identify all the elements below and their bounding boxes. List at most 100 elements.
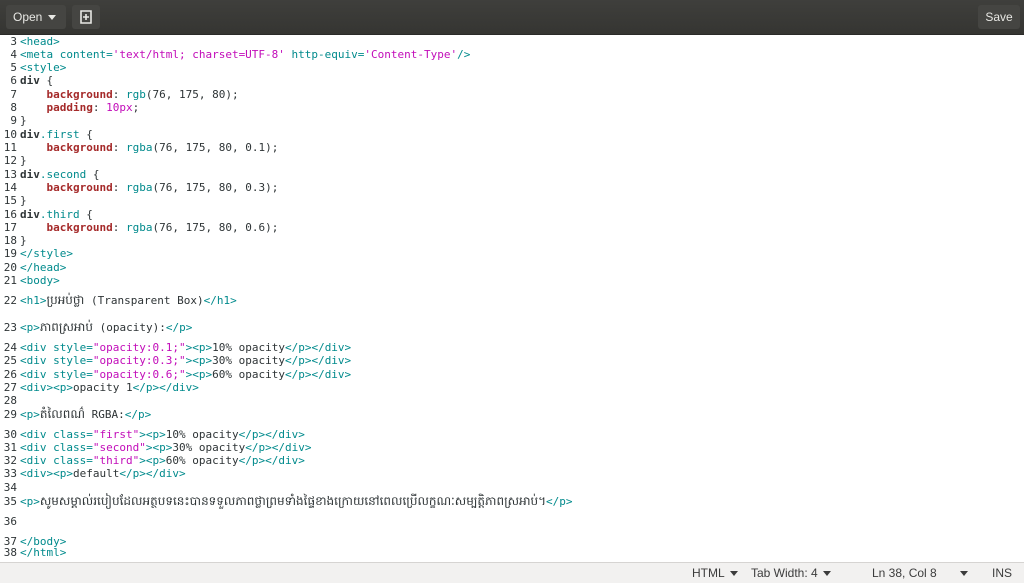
code-line[interactable]: 34	[0, 481, 20, 495]
line-number: 19	[3, 247, 17, 260]
code-token: </p>	[124, 408, 152, 421]
code-token: default	[72, 467, 120, 480]
code-line[interactable]: 3 <head>	[0, 35, 60, 49]
code-token: 10% opacity	[165, 428, 239, 441]
code-line[interactable]: 32 <div class="third"><p>60% opacity</p><…	[0, 454, 305, 468]
line-number: 29	[3, 408, 17, 421]
code-token: {	[79, 128, 93, 141]
line-number: 12	[3, 154, 17, 167]
code-token: ><p>	[139, 428, 166, 441]
code-line[interactable]: 36	[0, 515, 20, 529]
code-token: style=	[53, 354, 93, 367]
code-token: 'Content-Type'	[364, 48, 458, 61]
code-token: <head>	[20, 35, 60, 48]
code-token: background	[46, 88, 113, 101]
code-token: />	[457, 48, 471, 61]
code-token: <div><p>	[20, 467, 73, 480]
cursor-position-label: Ln 38, Col 8	[872, 566, 937, 580]
line-number: 35	[3, 495, 17, 508]
code-token: <div	[20, 428, 54, 441]
code-token: :	[112, 221, 126, 234]
code-token: 60% opacity	[212, 368, 285, 381]
code-line[interactable]: 24 <div style="opacity:0.1;"><p>10% opaci…	[0, 341, 351, 355]
code-line[interactable]: 33 <div><p>default</p></div>	[0, 467, 186, 481]
code-token: </p></div>	[238, 454, 305, 467]
cursor-position[interactable]: Ln 38, Col 8	[872, 566, 937, 580]
code-token: (76, 175, 80, 0.6);	[152, 221, 279, 234]
code-line[interactable]: 30 <div class="first"><p>10% opacity</p><…	[0, 428, 305, 442]
code-token: ><p>	[145, 441, 173, 454]
tab-width-label: Tab Width: 4	[751, 566, 818, 580]
code-token: background	[46, 221, 113, 234]
code-token: (76, 175, 80);	[145, 88, 239, 101]
language-selector[interactable]: HTML	[692, 566, 738, 580]
code-token: }	[20, 194, 27, 207]
code-line[interactable]: 27 <div><p>opacity 1</p></div>	[0, 381, 199, 395]
code-line[interactable]: 22 <h1>ប្រអប់ថ្លា (Transparent Box)</h1>	[0, 293, 237, 307]
code-line[interactable]: 35 <p>សូមសម្គាល់របៀបដែលអត្ថបទនេះបានទទួលភា…	[0, 494, 573, 508]
code-line[interactable]: 21 <body>	[0, 274, 60, 288]
code-line[interactable]: 28	[0, 394, 20, 408]
save-button[interactable]: Save	[978, 5, 1020, 29]
code-token: ;	[132, 101, 140, 114]
code-line[interactable]: 13 div.second {	[0, 168, 100, 182]
code-editor[interactable]: 3 <head> 4 <meta content='text/html; charse…	[0, 35, 1024, 562]
open-button[interactable]: Open	[6, 5, 66, 29]
code-token: <p>	[20, 321, 40, 334]
code-line[interactable]: 9}	[0, 114, 26, 128]
code-line[interactable]: 6 div {	[0, 74, 53, 88]
line-number: 15	[3, 194, 17, 207]
code-line[interactable]: 12}	[0, 154, 27, 168]
code-token: 10px	[106, 101, 133, 114]
code-line[interactable]: 18}	[0, 234, 27, 248]
header-bar: Open Save	[0, 0, 1024, 35]
code-line[interactable]: 14 background: rgba(76, 175, 80, 0.3);	[0, 181, 279, 195]
insert-mode[interactable]: INS	[992, 566, 1012, 580]
new-document-button[interactable]	[72, 5, 100, 29]
code-token: }	[20, 154, 27, 167]
code-line[interactable]: 20 </head>	[0, 261, 67, 275]
code-token: div	[20, 208, 40, 221]
code-line[interactable]: 26 <div style="opacity:0.6;"><p>60% opaci…	[0, 368, 351, 382]
line-number: 32	[3, 454, 17, 467]
code-line[interactable]: 23 <p>ភាពស្រអាប់ (opacity):</p>	[0, 320, 193, 334]
code-line[interactable]: 38 </html>	[0, 546, 67, 560]
code-token: <h1>	[20, 294, 47, 307]
code-line[interactable]: 16 div.third {	[0, 208, 93, 222]
code-token: ><p>	[185, 368, 213, 381]
line-number: 11	[3, 141, 17, 154]
code-token: :	[112, 141, 126, 154]
code-line[interactable]: 25 <div style="opacity:0.3;"><p>30% opaci…	[0, 354, 351, 368]
position-menu-button[interactable]	[960, 566, 968, 580]
line-number: 34	[3, 481, 17, 494]
line-number: 3	[10, 35, 17, 48]
code-line[interactable]: 31 <div class="second"><p>30% opacity</p>…	[0, 441, 312, 455]
code-token: "second"	[92, 441, 146, 454]
open-label: Open	[13, 10, 43, 24]
code-line[interactable]: 8 padding: 10px;	[0, 101, 139, 115]
code-line[interactable]: 7 background: rgb(76, 175, 80);	[0, 88, 239, 102]
line-number: 21	[3, 274, 17, 287]
line-number: 20	[3, 261, 17, 274]
code-token: <div><p>	[20, 381, 73, 394]
code-line[interactable]: 5 <style>	[0, 61, 66, 75]
code-line[interactable]: 10 div.first {	[0, 128, 93, 142]
code-line[interactable]: 17 background: rgba(76, 175, 80, 0.6);	[0, 221, 279, 235]
code-line[interactable]: 11 background: rgba(76, 175, 80, 0.1);	[0, 141, 279, 155]
code-line[interactable]: 4 <meta content='text/html; charset=UTF-8…	[0, 48, 470, 62]
code-token: .third	[39, 208, 80, 221]
code-line[interactable]: 19 </style>	[0, 247, 73, 261]
tab-width-selector[interactable]: Tab Width: 4	[751, 566, 831, 580]
code-token: </html>	[20, 546, 67, 559]
code-token: }	[20, 234, 27, 247]
code-token: </p></div>	[119, 467, 186, 480]
line-number: 4	[10, 48, 17, 61]
code-token: background	[46, 141, 113, 154]
line-number: 23	[3, 321, 17, 334]
code-token: style=	[53, 341, 93, 354]
code-line[interactable]: 29 <p>តំលៃពណ៌ RGBA:</p>	[0, 407, 152, 421]
code-line[interactable]: 15}	[0, 194, 27, 208]
